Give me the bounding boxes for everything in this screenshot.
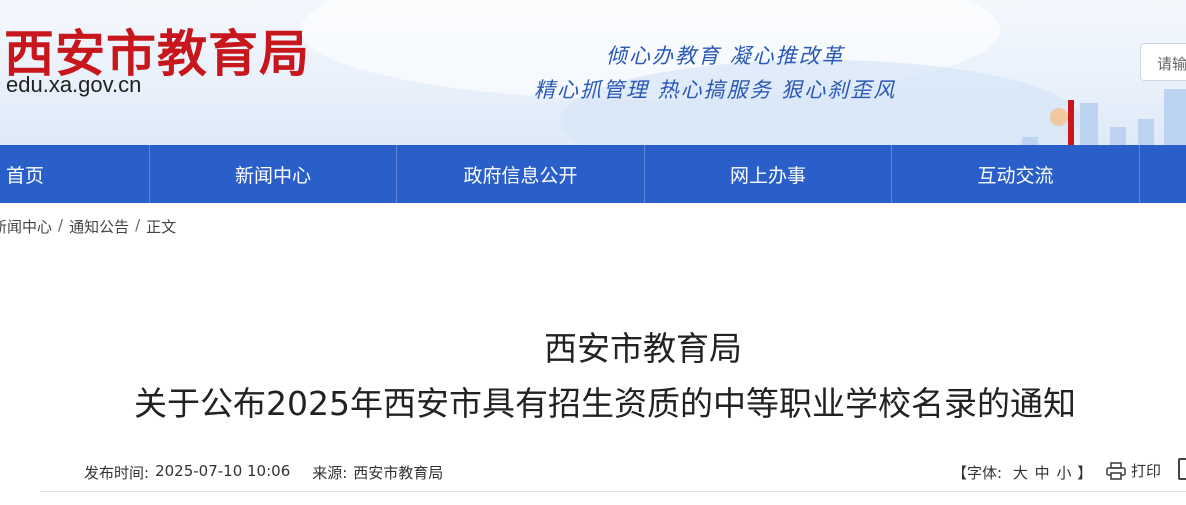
skyline-bar — [1080, 103, 1098, 145]
breadcrumb-news[interactable]: 新闻中心 — [0, 216, 52, 237]
skyline-bar — [1022, 137, 1038, 145]
illustration-pole — [1068, 100, 1074, 145]
skyline-bar — [1164, 89, 1186, 145]
article-title-line-1: 西安市教育局 — [544, 329, 742, 368]
nav-item-gov-info[interactable]: 政府信息公开 — [397, 145, 645, 203]
breadcrumb: 新闻中心 / 通知公告 / 正文 — [0, 216, 176, 237]
breadcrumb-separator: / — [135, 216, 141, 234]
print-button[interactable]: 打印 — [1106, 460, 1161, 481]
breadcrumb-separator: / — [58, 216, 64, 234]
font-size-small[interactable]: 小 — [1056, 464, 1071, 482]
main-nav: 首页 新闻中心 政府信息公开 网上办事 互动交流 — [0, 145, 1186, 203]
breadcrumb-current: 正文 — [146, 218, 177, 236]
source-value: 西安市教育局 — [353, 464, 444, 482]
font-size-large[interactable]: 大 — [1013, 464, 1028, 482]
publish-time: 2025-07-10 10:06 — [155, 462, 291, 480]
print-label: 打印 — [1131, 462, 1162, 480]
nav-item-home[interactable]: 首页 — [0, 145, 150, 203]
font-size-control: 【字体: 大 中 小 】 — [952, 462, 1092, 483]
font-size-suffix: 】 — [1077, 464, 1093, 482]
site-domain: edu.xa.gov.cn — [6, 72, 142, 97]
skyline-bar — [1138, 119, 1154, 145]
nav-item-more[interactable] — [1140, 145, 1186, 203]
article-title-line-2: 关于公布2025年西安市具有招生资质的中等职业学校名录的通知 — [134, 384, 1076, 423]
nav-item-news[interactable]: 新闻中心 — [150, 145, 397, 203]
font-size-prefix: 【字体: — [952, 464, 1003, 482]
close-window-icon[interactable] — [1178, 458, 1186, 480]
site-header: 西安市教育局 edu.xa.gov.cn 倾心办教育 凝心推改革 精心抓管理 热… — [0, 0, 1186, 145]
font-size-medium[interactable]: 中 — [1035, 464, 1050, 482]
illustration-figure — [1050, 108, 1068, 126]
breadcrumb-notices[interactable]: 通知公告 — [69, 216, 129, 237]
source-label: 来源: — [312, 464, 348, 482]
publish-label: 发布时间: — [84, 464, 150, 482]
article-meta: 发布时间: 2025-07-10 10:06 来源: 西安市教育局 — [84, 462, 443, 483]
slogan-line-1: 倾心办教育 凝心推改革 — [606, 44, 845, 68]
nav-item-online-service[interactable]: 网上办事 — [645, 145, 892, 203]
meta-divider — [40, 491, 1186, 492]
search-input[interactable]: 请输入 — [1140, 43, 1186, 81]
slogan-line-2: 精心抓管理 热心搞服务 狠心刹歪风 — [534, 78, 897, 102]
skyline-bar — [1110, 127, 1126, 145]
printer-icon — [1106, 461, 1126, 480]
nav-item-interaction[interactable]: 互动交流 — [892, 145, 1140, 203]
